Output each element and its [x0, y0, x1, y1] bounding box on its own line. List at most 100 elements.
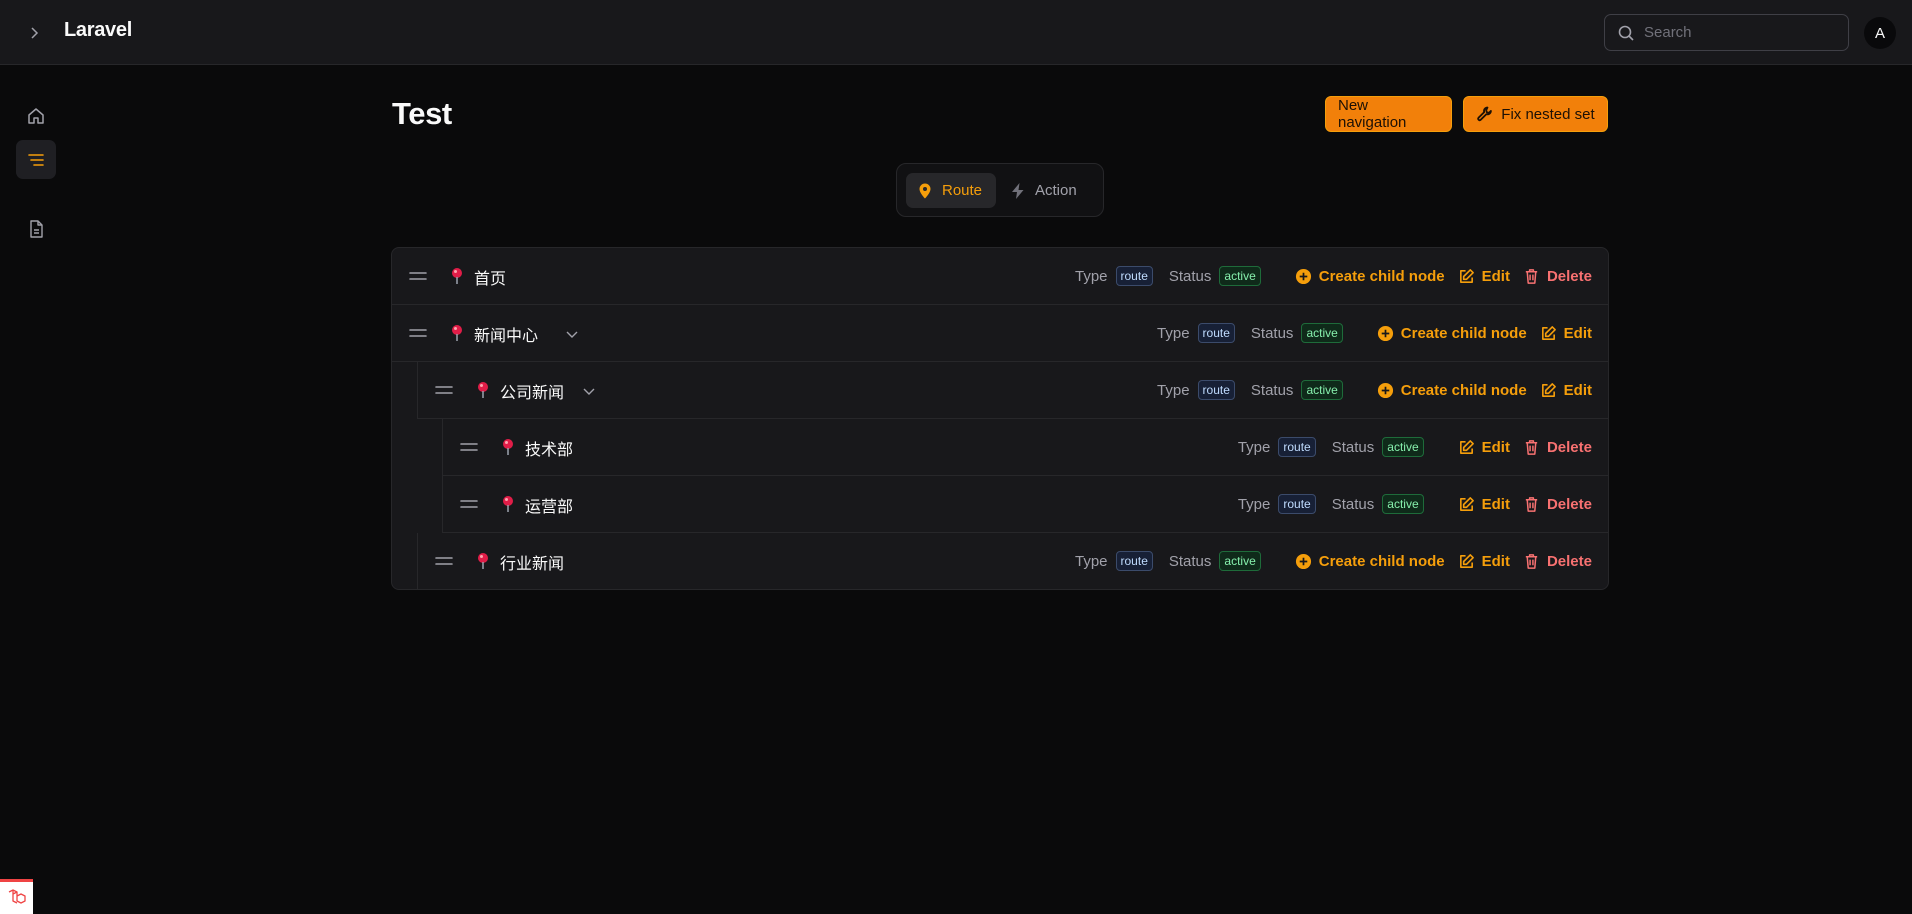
- trash-icon: [1523, 496, 1540, 513]
- sidebar: [0, 65, 72, 914]
- sidebar-item-home[interactable]: [16, 96, 56, 135]
- brand-title[interactable]: Laravel: [64, 19, 132, 42]
- delete-button[interactable]: Delete: [1523, 439, 1592, 456]
- edit-label: Edit: [1563, 324, 1592, 342]
- drag-handle-icon[interactable]: [409, 327, 427, 339]
- map-pin-icon: [501, 438, 515, 456]
- status-label: Status: [1168, 552, 1212, 570]
- tree-row: 运营部 Type route Status active Edit Delete: [442, 476, 1608, 533]
- row-meta: Type route Status active Create child node Ed…: [1075, 549, 1592, 573]
- drag-handle-icon[interactable]: [460, 498, 478, 510]
- row-meta: Type route Status active Edit Delete: [1238, 492, 1592, 516]
- edit-button[interactable]: Edit: [1458, 553, 1510, 570]
- tree-row: 首页 Type route Status active Create child node…: [392, 248, 1608, 305]
- map-pin-icon: [450, 267, 464, 285]
- delete-label: Delete: [1546, 438, 1592, 456]
- trash-icon: [1523, 439, 1540, 456]
- tree-row: 新闻中心 Type route Status active Create child no…: [392, 305, 1608, 362]
- create-child-node-label: Create child node: [1318, 552, 1445, 570]
- type-label: Type: [1074, 267, 1108, 285]
- type-label: Type: [1237, 495, 1271, 513]
- tree-row-label: 行业新闻: [500, 554, 565, 573]
- wrench-icon: [1476, 105, 1494, 123]
- status-badge: active: [1301, 323, 1343, 343]
- tab-route[interactable]: Route: [906, 173, 996, 208]
- edit-button[interactable]: Edit: [1458, 268, 1510, 285]
- tree-row-label: 新闻中心: [474, 326, 539, 345]
- row-meta: Type route Status active Create child node Ed…: [1157, 321, 1592, 345]
- status-badge: active: [1219, 551, 1261, 571]
- edit-label: Edit: [1481, 267, 1510, 285]
- drag-handle-icon[interactable]: [435, 555, 453, 567]
- edit-button[interactable]: Edit: [1458, 439, 1510, 456]
- avatar[interactable]: A: [1864, 17, 1896, 49]
- search-input[interactable]: [1644, 24, 1834, 41]
- map-pin-icon: [476, 381, 490, 399]
- plus-circle-icon: [1377, 325, 1394, 342]
- tree-row: 公司新闻 Type route Status active Create child no…: [417, 362, 1608, 419]
- delete-button[interactable]: Delete: [1523, 268, 1592, 285]
- edit-button[interactable]: Edit: [1458, 496, 1510, 513]
- navigation-tree: 首页 Type route Status active Create child node…: [391, 247, 1609, 590]
- trash-icon: [1523, 268, 1540, 285]
- tab-action-label: Action: [1035, 182, 1077, 199]
- chevron-down-icon[interactable]: [564, 326, 580, 342]
- edit-icon: [1458, 268, 1475, 285]
- map-pin-icon: [450, 324, 464, 342]
- type-badge: route: [1197, 380, 1235, 400]
- drag-handle-icon[interactable]: [460, 441, 478, 453]
- type-badge: route: [1278, 437, 1316, 457]
- map-pin-icon: [476, 552, 490, 570]
- menu-lines-icon: [26, 150, 46, 170]
- tab-switcher: Route Action: [896, 163, 1104, 217]
- type-badge: route: [1278, 494, 1316, 514]
- new-navigation-button[interactable]: New navigation: [1325, 96, 1452, 132]
- sidebar-item-documents[interactable]: [16, 209, 56, 248]
- sidebar-item-navigation[interactable]: [16, 140, 56, 179]
- tree-row: 技术部 Type route Status active Edit Delete: [442, 419, 1608, 476]
- create-child-node-button[interactable]: Create child node: [1295, 553, 1445, 570]
- drag-handle-icon[interactable]: [409, 270, 427, 282]
- status-badge: active: [1382, 494, 1424, 514]
- drag-handle-icon[interactable]: [435, 384, 453, 396]
- edit-icon: [1540, 382, 1557, 399]
- trash-icon: [1523, 553, 1540, 570]
- edit-label: Edit: [1481, 552, 1510, 570]
- create-child-node-button[interactable]: Create child node: [1295, 268, 1445, 285]
- create-child-node-button[interactable]: Create child node: [1377, 325, 1527, 342]
- top-bar: Laravel A: [0, 0, 1912, 65]
- type-badge: route: [1197, 323, 1235, 343]
- edit-icon: [1458, 439, 1475, 456]
- edit-button[interactable]: Edit: [1540, 382, 1592, 399]
- map-pin-icon: [916, 182, 934, 200]
- type-label: Type: [1237, 438, 1271, 456]
- create-child-node-button[interactable]: Create child node: [1377, 382, 1527, 399]
- type-label: Type: [1074, 552, 1108, 570]
- edit-button[interactable]: Edit: [1540, 325, 1592, 342]
- create-child-node-label: Create child node: [1318, 267, 1445, 285]
- fix-nested-set-button[interactable]: Fix nested set: [1463, 96, 1608, 132]
- edit-label: Edit: [1563, 381, 1592, 399]
- status-label: Status: [1250, 381, 1294, 399]
- chevron-down-icon[interactable]: [581, 383, 597, 399]
- home-icon: [26, 106, 46, 126]
- document-icon: [26, 219, 46, 239]
- delete-label: Delete: [1546, 267, 1592, 285]
- chevron-right-icon[interactable]: [22, 21, 46, 45]
- status-badge: active: [1301, 380, 1343, 400]
- new-navigation-label: New navigation: [1338, 97, 1407, 131]
- type-badge: route: [1115, 266, 1153, 286]
- laravel-logo-icon[interactable]: [0, 879, 33, 914]
- tree-row: 行业新闻 Type route Status active Create child no…: [417, 533, 1608, 589]
- tree-row-label: 运营部: [525, 497, 574, 516]
- row-meta: Type route Status active Edit Delete: [1238, 435, 1592, 459]
- edit-label: Edit: [1481, 495, 1510, 513]
- tab-action[interactable]: Action: [999, 173, 1087, 208]
- edit-icon: [1458, 496, 1475, 513]
- search-box[interactable]: [1604, 14, 1849, 51]
- delete-button[interactable]: Delete: [1523, 553, 1592, 570]
- create-child-node-label: Create child node: [1400, 381, 1527, 399]
- edit-icon: [1540, 325, 1557, 342]
- search-icon: [1617, 24, 1635, 42]
- delete-button[interactable]: Delete: [1523, 496, 1592, 513]
